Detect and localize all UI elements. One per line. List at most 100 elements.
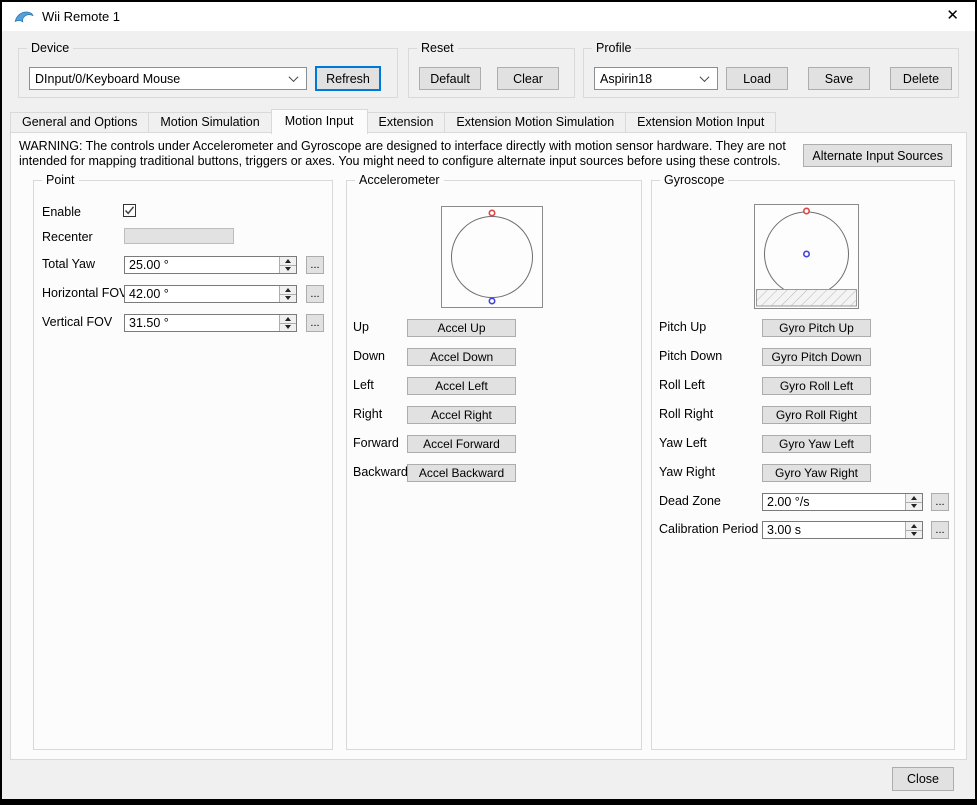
spin-up-icon — [285, 288, 291, 292]
total-yaw-field[interactable]: 25.00 ° — [124, 256, 297, 274]
spin-down-button[interactable] — [280, 294, 296, 303]
mapping-button[interactable]: Accel Backward — [407, 464, 516, 482]
mapping-label: Right — [353, 407, 382, 421]
warning-text: WARNING: The controls under Acceleromete… — [19, 139, 819, 169]
spin-down-icon — [285, 296, 291, 300]
blue-marker-icon — [489, 298, 494, 303]
mapping-button[interactable]: Gyro Pitch Down — [762, 348, 871, 366]
mapping-button[interactable]: Gyro Roll Right — [762, 406, 871, 424]
mapping-label: Roll Left — [659, 378, 705, 392]
field-label: Dead Zone — [659, 493, 721, 509]
spinner — [279, 257, 296, 273]
dead-zone-field[interactable]: 2.00 °/s — [762, 493, 923, 511]
red-marker-icon — [489, 210, 494, 215]
vertical-fov-field[interactable]: 31.50 ° — [124, 314, 297, 332]
default-button[interactable]: Default — [419, 67, 481, 90]
close-button[interactable]: Close — [892, 767, 954, 791]
recenter-label: Recenter — [42, 229, 93, 245]
device-dropdown-value: DInput/0/Keyboard Mouse — [35, 72, 180, 86]
more-options-button[interactable]: ... — [931, 521, 949, 539]
tab-motion-input[interactable]: Motion Input — [271, 109, 368, 134]
red-marker-icon — [804, 208, 809, 213]
spin-down-icon — [911, 504, 917, 508]
mapping-button[interactable]: Accel Up — [407, 319, 516, 337]
load-button[interactable]: Load — [726, 67, 788, 90]
tab-extension[interactable]: Extension — [367, 112, 446, 133]
delete-button[interactable]: Delete — [890, 67, 952, 90]
accelerometer-indicator — [441, 206, 543, 311]
mapping-label: Pitch Up — [659, 320, 706, 334]
mapping-button[interactable]: Accel Forward — [407, 435, 516, 453]
device-group-label: Device — [27, 41, 73, 55]
window-title: Wii Remote 1 — [42, 9, 120, 24]
field-label: Calibration Period — [659, 521, 758, 537]
horizontal-fov-field[interactable]: 42.00 ° — [124, 285, 297, 303]
mapping-label: Roll Right — [659, 407, 713, 421]
mapping-button[interactable]: Accel Down — [407, 348, 516, 366]
spin-down-button[interactable] — [906, 530, 922, 539]
device-dropdown[interactable]: DInput/0/Keyboard Mouse — [29, 67, 307, 90]
spin-down-button[interactable] — [280, 265, 296, 274]
reset-group-label: Reset — [417, 41, 458, 55]
point-group: Point Enable Recenter Total Yaw 25.00 ° — [33, 180, 333, 750]
mapping-button[interactable]: Gyro Pitch Up — [762, 319, 871, 337]
mapping-label: Up — [353, 320, 369, 334]
alternate-input-sources-button[interactable]: Alternate Input Sources — [803, 144, 952, 167]
spin-up-icon — [911, 524, 917, 528]
chevron-down-icon — [290, 75, 298, 83]
refresh-button[interactable]: Refresh — [315, 66, 381, 91]
profile-buttons: Load Save Delete — [726, 67, 952, 90]
spin-up-button[interactable] — [280, 315, 296, 323]
mapping-label: Pitch Down — [659, 349, 722, 363]
mapping-button[interactable]: Gyro Yaw Right — [762, 464, 871, 482]
mapping-button[interactable]: Gyro Yaw Left — [762, 435, 871, 453]
accelerometer-group-label: Accelerometer — [355, 173, 444, 187]
spinner — [905, 494, 922, 510]
window-close-button[interactable]: ✕ — [946, 6, 959, 26]
spin-up-icon — [911, 496, 917, 500]
gyroscope-group: Gyroscope — [651, 180, 955, 750]
spin-up-button[interactable] — [906, 494, 922, 502]
field-label: Vertical FOV — [42, 314, 112, 330]
recenter-mapping-button[interactable] — [124, 228, 234, 244]
calibration-period-field[interactable]: 3.00 s — [762, 521, 923, 539]
mapping-button[interactable]: Accel Right — [407, 406, 516, 424]
mapping-button[interactable]: Accel Left — [407, 377, 516, 395]
chevron-down-icon — [701, 75, 709, 83]
tab-motion-simulation[interactable]: Motion Simulation — [148, 112, 271, 133]
field-label: Horizontal FOV — [42, 285, 127, 301]
spinner — [905, 522, 922, 538]
save-button[interactable]: Save — [808, 67, 870, 90]
more-options-button[interactable]: ... — [931, 493, 949, 511]
gyroscope-group-label: Gyroscope — [660, 173, 728, 187]
spin-up-button[interactable] — [280, 257, 296, 265]
check-icon — [124, 205, 135, 216]
mapping-label: Forward — [353, 436, 399, 450]
tab-extension-motion-simulation[interactable]: Extension Motion Simulation — [444, 112, 626, 133]
spin-up-button[interactable] — [280, 286, 296, 294]
point-group-label: Point — [42, 173, 79, 187]
gyroscope-indicator — [754, 204, 859, 312]
tab-general-and-options[interactable]: General and Options — [10, 112, 149, 133]
spinner — [279, 286, 296, 302]
spin-down-icon — [911, 532, 917, 536]
field-value: 31.50 ° — [125, 315, 279, 331]
titlebar: Wii Remote 1 ✕ — [2, 2, 975, 31]
tab-extension-motion-input[interactable]: Extension Motion Input — [625, 112, 776, 133]
spin-down-button[interactable] — [906, 502, 922, 511]
device-group: Device DInput/0/Keyboard Mouse Refresh — [18, 48, 398, 98]
motion-input-tab-panel: WARNING: The controls under Acceleromete… — [10, 132, 967, 760]
spin-down-icon — [285, 267, 291, 271]
clear-button[interactable]: Clear — [497, 67, 559, 90]
spin-down-button[interactable] — [280, 323, 296, 332]
enable-checkbox[interactable] — [123, 204, 136, 217]
blue-marker-icon — [804, 251, 809, 256]
profile-dropdown[interactable]: Aspirin18 — [594, 67, 718, 90]
more-options-button[interactable]: ... — [306, 256, 324, 274]
field-label: Total Yaw — [42, 256, 95, 272]
mapping-button[interactable]: Gyro Roll Left — [762, 377, 871, 395]
more-options-button[interactable]: ... — [306, 314, 324, 332]
more-options-button[interactable]: ... — [306, 285, 324, 303]
spin-up-button[interactable] — [906, 522, 922, 530]
calibration-zone-hatch — [757, 290, 857, 307]
